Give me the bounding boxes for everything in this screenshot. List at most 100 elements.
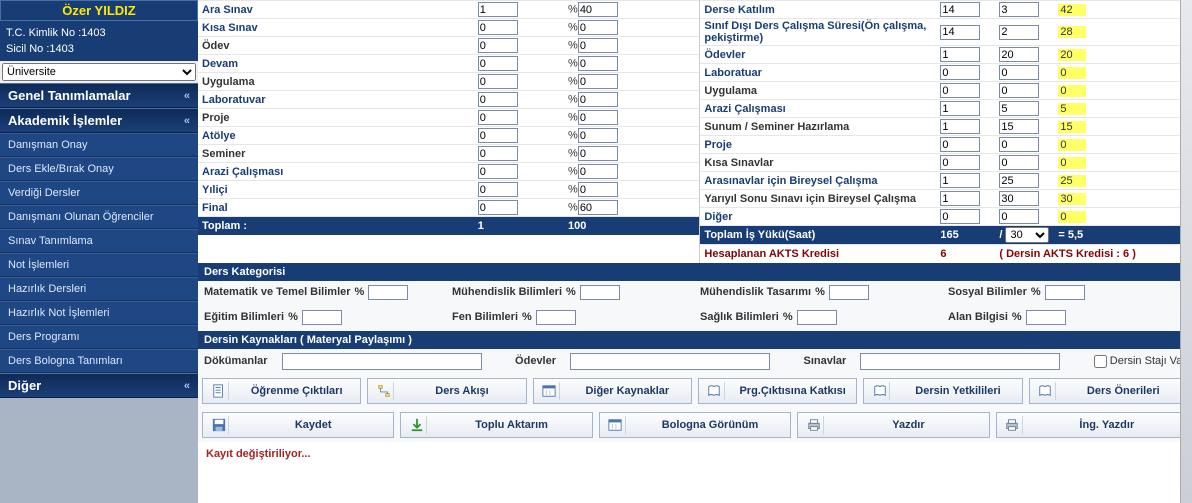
kategori-label: Mühendislik Tasarımı [700, 286, 811, 298]
section-akademik[interactable]: Akademik İşlemler « [0, 108, 198, 133]
assessment-label: Atölye [198, 127, 474, 145]
workload-a-input[interactable] [940, 137, 980, 152]
workload-a-input[interactable] [940, 155, 980, 170]
assessment-count-input[interactable] [478, 2, 518, 17]
workload-b-input[interactable] [999, 25, 1039, 40]
assessment-pct-input[interactable] [578, 74, 618, 89]
action-button[interactable]: Diğer Kaynaklar [533, 378, 692, 404]
assessment-count-input[interactable] [478, 20, 518, 35]
action-button[interactable]: Ders Önerileri [1029, 378, 1188, 404]
section-diger[interactable]: Diğer « [0, 373, 198, 398]
button-label: Dersin Yetkilileri [900, 385, 1015, 397]
assessment-pct-input[interactable] [578, 146, 618, 161]
action-button[interactable]: Prg.Çıktısına Katkısı [698, 378, 857, 404]
workload-b-input[interactable] [999, 137, 1039, 152]
sidebar-item[interactable]: Hazırlık Dersleri [0, 277, 198, 301]
sidebar-item[interactable]: Not İşlemleri [0, 253, 198, 277]
assessment-pct-input[interactable] [578, 200, 618, 215]
workload-b-input[interactable] [999, 101, 1039, 116]
dokumanlar-input[interactable] [282, 353, 482, 370]
assessment-pct-input[interactable] [578, 20, 618, 35]
workload-b-input[interactable] [999, 47, 1039, 62]
workload-divider-select[interactable]: 30 [1005, 227, 1049, 243]
sidebar-item[interactable]: Verdiği Dersler [0, 181, 198, 205]
sidebar-item[interactable]: Danışmanı Olunan Öğrenciler [0, 205, 198, 229]
assessment-pct-input[interactable] [578, 56, 618, 71]
assessment-pct-input[interactable] [578, 110, 618, 125]
workload-b-input[interactable] [999, 191, 1039, 206]
sidebar-item[interactable]: Ders Programı [0, 325, 198, 349]
sidebar-item[interactable]: Danışman Onay [0, 133, 198, 157]
staj-checkbox[interactable] [1094, 355, 1107, 368]
assessment-count-input[interactable] [478, 110, 518, 125]
assessment-count-input[interactable] [478, 38, 518, 53]
scope-select[interactable]: Üniversite [2, 63, 196, 81]
workload-result: 25 [1058, 175, 1086, 187]
workload-a-input[interactable] [940, 191, 980, 206]
status-message: Kayıt değiştiriliyor... [198, 442, 1192, 466]
assessment-count-input[interactable] [478, 182, 518, 197]
sidebar-item[interactable]: Sınav Tanımlama [0, 229, 198, 253]
workload-label: Diğer [700, 208, 936, 226]
action-button[interactable]: Toplu Aktarım [400, 412, 592, 438]
sidebar-item[interactable]: Hazırlık Not İşlemleri [0, 301, 198, 325]
assessment-pct-input[interactable] [578, 38, 618, 53]
workload-b-input[interactable] [999, 2, 1039, 17]
assessment-count-input[interactable] [478, 92, 518, 107]
sidebar-item[interactable]: Ders Ekle/Bırak Onay [0, 157, 198, 181]
kategori-input[interactable] [797, 310, 837, 325]
action-button[interactable]: Dersin Yetkilileri [863, 378, 1022, 404]
action-button[interactable]: Yazdır [797, 412, 989, 438]
odevler-input[interactable] [570, 353, 770, 370]
assessment-pct-input[interactable] [578, 164, 618, 179]
action-button[interactable]: İng. Yazdır [996, 412, 1188, 438]
workload-b-input[interactable] [999, 209, 1039, 224]
kategori-input[interactable] [302, 310, 342, 325]
kategori-input[interactable] [368, 285, 408, 300]
workload-b-input[interactable] [999, 83, 1039, 98]
action-button[interactable]: Bologna Görünüm [599, 412, 791, 438]
assessment-count-input[interactable] [478, 200, 518, 215]
sinavlar-input[interactable] [860, 353, 1060, 370]
kategori-input[interactable] [580, 285, 620, 300]
kategori-label: Fen Bilimleri [452, 311, 518, 323]
button-bar-1: Öğrenme ÇıktılarıDers Akışı Diğer Kaynakl… [198, 374, 1192, 408]
workload-b-input[interactable] [999, 119, 1039, 134]
workload-a-input[interactable] [940, 173, 980, 188]
workload-a-input[interactable] [940, 47, 980, 62]
action-button[interactable]: Öğrenme Çıktıları [202, 378, 361, 404]
assessment-count-input[interactable] [478, 74, 518, 89]
assessment-pct-input[interactable] [578, 2, 618, 17]
sinavlar-label: Sınavlar [803, 355, 846, 367]
workload-a-input[interactable] [940, 25, 980, 40]
assessment-pct-input[interactable] [578, 128, 618, 143]
button-icon [540, 382, 560, 400]
akts-note: ( Dersin AKTS Kredisi : 6 ) [995, 245, 1192, 263]
action-button[interactable]: Kaydet [202, 412, 394, 438]
assessment-pct-input[interactable] [578, 92, 618, 107]
assessment-count-input[interactable] [478, 128, 518, 143]
assessment-count-input[interactable] [478, 164, 518, 179]
workload-a-input[interactable] [940, 119, 980, 134]
kategori-input[interactable] [829, 285, 869, 300]
assessment-count-input[interactable] [478, 146, 518, 161]
workload-a-input[interactable] [940, 2, 980, 17]
assessment-count-input[interactable] [478, 56, 518, 71]
kategori-label: Sağlık Bilimleri [700, 311, 779, 323]
kategori-input[interactable] [1045, 285, 1085, 300]
workload-a-input[interactable] [940, 65, 980, 80]
section-genel[interactable]: Genel Tanımlamalar « [0, 83, 198, 108]
workload-b-input[interactable] [999, 65, 1039, 80]
scrollbar[interactable] [1180, 0, 1192, 503]
workload-a-input[interactable] [940, 83, 980, 98]
button-label: Toplu Aktarım [437, 419, 585, 431]
kategori-input[interactable] [536, 310, 576, 325]
workload-b-input[interactable] [999, 173, 1039, 188]
workload-a-input[interactable] [940, 209, 980, 224]
sidebar-item[interactable]: Ders Bologna Tanımları [0, 349, 198, 373]
workload-b-input[interactable] [999, 155, 1039, 170]
action-button[interactable]: Ders Akışı [367, 378, 526, 404]
assessment-pct-input[interactable] [578, 182, 618, 197]
workload-a-input[interactable] [940, 101, 980, 116]
kategori-input[interactable] [1026, 310, 1066, 325]
